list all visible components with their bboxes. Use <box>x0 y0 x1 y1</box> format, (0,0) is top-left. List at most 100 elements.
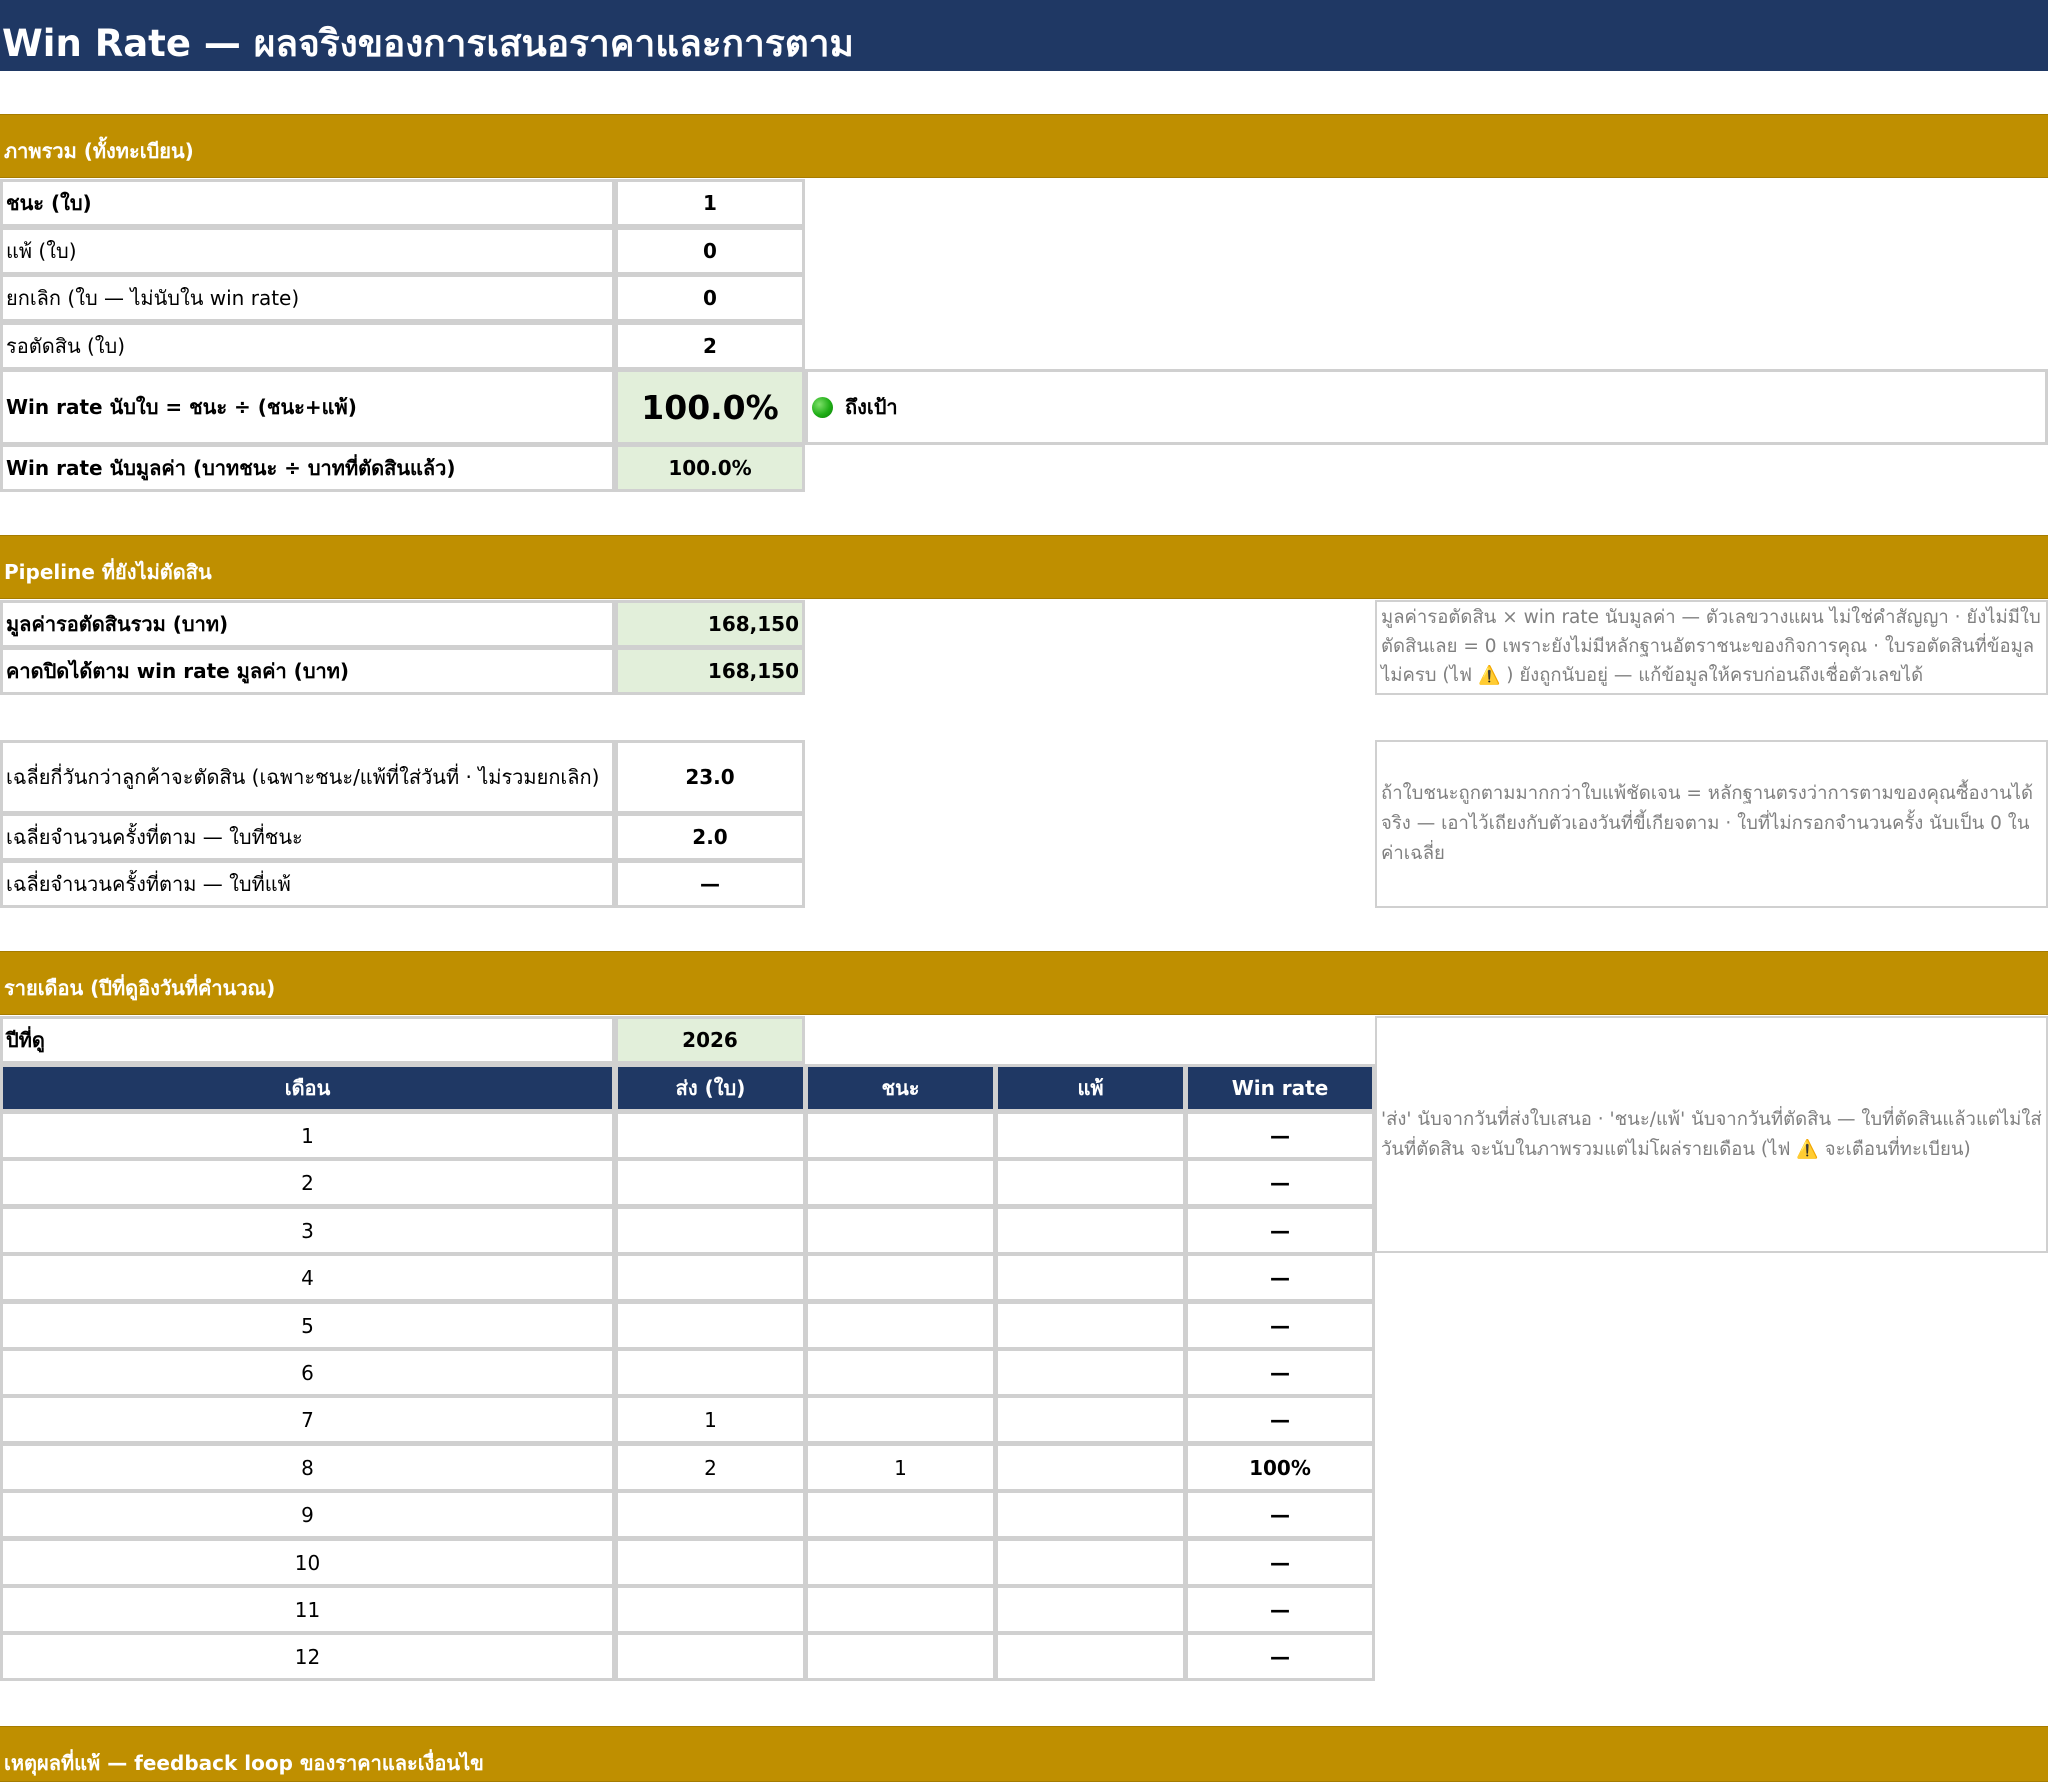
followup-note-text: ถ้าใบชนะถูกตามมากกว่าใบแพ้ชัดเจน = หลักฐ… <box>1381 783 2034 864</box>
sent-cell[interactable] <box>615 1538 806 1587</box>
monthly-note-text-end: จะเตือนที่ทะเบียน) <box>1818 1138 1971 1160</box>
year-input[interactable]: 2026 <box>615 1016 805 1064</box>
won-cell[interactable] <box>805 1253 996 1302</box>
month-cell: 1 <box>0 1111 615 1160</box>
sent-cell[interactable] <box>615 1253 806 1302</box>
sent-cell[interactable] <box>615 1490 806 1539</box>
won-cell[interactable] <box>805 1301 996 1350</box>
win-rate-value-value[interactable]: 100.0% <box>615 444 805 492</box>
month-cell: 10 <box>0 1538 615 1587</box>
column-header-lost: แพ้ <box>995 1064 1186 1112</box>
pipeline-note-text-end: ) ยังถูกนับอยู่ — แก้ข้อมูลให้ครบก่อนถึง… <box>1500 665 1924 686</box>
column-header-won: ชนะ <box>805 1064 996 1112</box>
lost-cell[interactable] <box>995 1490 1186 1539</box>
avg-followups-lost-label: เฉลี่ยจำนวนครั้งที่ตาม — ใบที่แพ้ <box>0 860 615 908</box>
lost-cell[interactable] <box>995 1632 1186 1681</box>
won-cell[interactable] <box>805 1111 996 1160</box>
month-cell: 3 <box>0 1206 615 1255</box>
cancelled-count-label: ยกเลิก (ใบ — ไม่นับใน win rate) <box>0 274 615 322</box>
lost-cell[interactable] <box>995 1348 1186 1397</box>
lost-cell[interactable] <box>995 1585 1186 1634</box>
month-cell: 2 <box>0 1158 615 1207</box>
column-header-month: เดือน <box>0 1064 615 1112</box>
pending-value-value[interactable]: 168,150 <box>615 600 805 648</box>
lost-cell[interactable] <box>995 1443 1186 1492</box>
avg-days-to-decision-label: เฉลี่ยกี่วันกว่าลูกค้าจะตัดสิน (เฉพาะชนะ… <box>0 740 615 814</box>
month-cell: 8 <box>0 1443 615 1492</box>
win-rate-cell: — <box>1185 1253 1375 1302</box>
won-cell[interactable] <box>805 1158 996 1207</box>
warning-icon: ⚠️ <box>1796 1138 1819 1160</box>
lost-count-label: แพ้ (ใบ) <box>0 227 615 275</box>
win-rate-cell: — <box>1185 1395 1375 1444</box>
win-rate-cell: — <box>1185 1301 1375 1350</box>
win-rate-cell: — <box>1185 1348 1375 1397</box>
won-cell[interactable] <box>805 1395 996 1444</box>
section-header-overview: ภาพรวม (ทั้งทะเบียน) <box>0 114 2048 178</box>
win-rate-cell: — <box>1185 1490 1375 1539</box>
win-rate-cell: — <box>1185 1206 1375 1255</box>
avg-followups-lost-value[interactable]: — <box>615 860 805 908</box>
month-cell: 5 <box>0 1301 615 1350</box>
followup-note: ถ้าใบชนะถูกตามมากกว่าใบแพ้ชัดเจน = หลักฐ… <box>1375 740 2048 908</box>
section-header-pipeline: Pipeline ที่ยังไม่ตัดสิน <box>0 535 2048 599</box>
sent-cell[interactable] <box>615 1348 806 1397</box>
pipeline-note: มูลค่ารอตัดสิน × win rate นับมูลค่า — ตั… <box>1375 600 2048 695</box>
month-cell: 12 <box>0 1632 615 1681</box>
pending-count-label: รอตัดสิน (ใบ) <box>0 322 615 370</box>
won-cell[interactable] <box>805 1585 996 1634</box>
expected-close-value[interactable]: 168,150 <box>615 647 805 695</box>
avg-followups-won-value[interactable]: 2.0 <box>615 813 805 861</box>
sent-cell[interactable] <box>615 1158 806 1207</box>
lost-cell[interactable] <box>995 1111 1186 1160</box>
page-title: Win Rate — ผลจริงของการเสนอราคาและการตาม <box>0 0 2048 71</box>
win-rate-value-label: Win rate นับมูลค่า (บาทชนะ ÷ บาทที่ตัดสิ… <box>0 444 615 492</box>
won-cell[interactable] <box>805 1348 996 1397</box>
sent-cell[interactable] <box>615 1585 806 1634</box>
status-text: ถึงเป้า <box>845 395 898 419</box>
win-rate-status: ถึงเป้า <box>805 369 2048 445</box>
avg-days-to-decision-value[interactable]: 23.0 <box>615 740 805 814</box>
win-rate-cell: — <box>1185 1585 1375 1634</box>
win-rate-cell: — <box>1185 1538 1375 1587</box>
section-header-loss-reasons: เหตุผลที่แพ้ — feedback loop ของราคาและเ… <box>0 1726 2048 1782</box>
column-header-win-rate: Win rate <box>1185 1064 1375 1112</box>
column-header-sent: ส่ง (ใบ) <box>615 1064 806 1112</box>
warning-icon: ⚠️ <box>1477 665 1501 686</box>
month-cell: 11 <box>0 1585 615 1634</box>
expected-close-label: คาดปิดได้ตาม win rate มูลค่า (บาท) <box>0 647 615 695</box>
lost-count-value[interactable]: 0 <box>615 227 805 275</box>
sent-cell[interactable] <box>615 1301 806 1350</box>
sent-cell[interactable] <box>615 1206 806 1255</box>
win-rate-count-value[interactable]: 100.0% <box>615 369 805 445</box>
cancelled-count-value[interactable]: 0 <box>615 274 805 322</box>
lost-cell[interactable] <box>995 1206 1186 1255</box>
pending-count-value[interactable]: 2 <box>615 322 805 370</box>
year-label: ปีที่ดู <box>0 1016 615 1064</box>
lost-cell[interactable] <box>995 1538 1186 1587</box>
won-cell[interactable] <box>805 1538 996 1587</box>
lost-cell[interactable] <box>995 1253 1186 1302</box>
win-rate-cell: — <box>1185 1632 1375 1681</box>
sent-cell[interactable]: 2 <box>615 1443 806 1492</box>
sent-cell[interactable] <box>615 1632 806 1681</box>
month-cell: 9 <box>0 1490 615 1539</box>
lost-cell[interactable] <box>995 1395 1186 1444</box>
won-cell[interactable]: 1 <box>805 1443 996 1492</box>
lost-cell[interactable] <box>995 1158 1186 1207</box>
section-header-monthly: รายเดือน (ปีที่ดูอิงวันที่คำนวณ) <box>0 951 2048 1015</box>
avg-followups-won-label: เฉลี่ยจำนวนครั้งที่ตาม — ใบที่ชนะ <box>0 813 615 861</box>
sent-cell[interactable] <box>615 1111 806 1160</box>
monthly-note: 'ส่ง' นับจากวันที่ส่งใบเสนอ · 'ชนะ/แพ้' … <box>1375 1016 2048 1253</box>
sent-cell[interactable]: 1 <box>615 1395 806 1444</box>
won-cell[interactable] <box>805 1206 996 1255</box>
pending-value-label: มูลค่ารอตัดสินรวม (บาท) <box>0 600 615 648</box>
won-count-value[interactable]: 1 <box>615 179 805 227</box>
win-rate-cell: 100% <box>1185 1443 1375 1492</box>
won-cell[interactable] <box>805 1632 996 1681</box>
month-cell: 6 <box>0 1348 615 1397</box>
won-cell[interactable] <box>805 1490 996 1539</box>
month-cell: 4 <box>0 1253 615 1302</box>
lost-cell[interactable] <box>995 1301 1186 1350</box>
win-rate-cell: — <box>1185 1111 1375 1160</box>
